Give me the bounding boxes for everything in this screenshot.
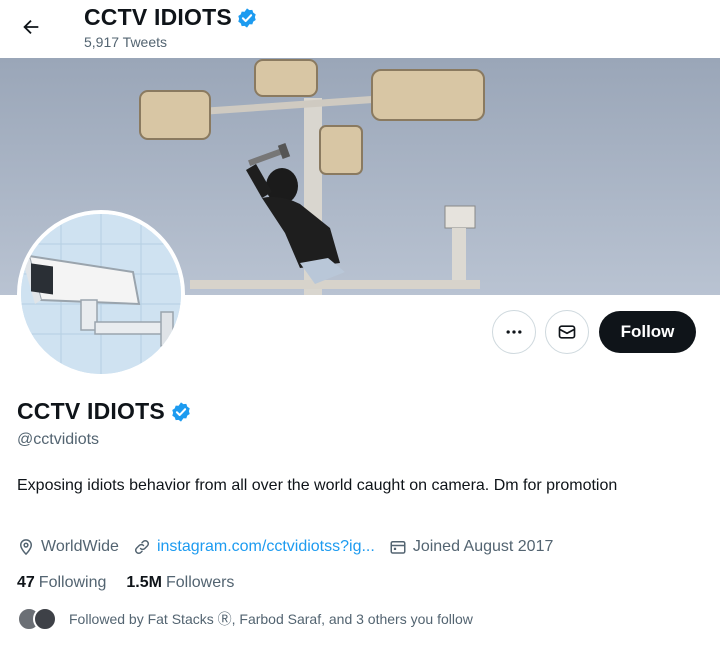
header-title: CCTV IDIOTS [84, 4, 258, 31]
location: WorldWide [17, 538, 119, 556]
envelope-icon [558, 325, 576, 339]
verified-badge-icon [238, 7, 256, 28]
join-date: Joined August 2017 [389, 538, 554, 556]
calendar-icon [390, 541, 406, 554]
more-options-button[interactable] [492, 310, 536, 354]
profile-stats: 47 Following 1.5M Followers [17, 574, 234, 592]
join-date-text: Joined August 2017 [412, 538, 554, 555]
website: instagram.com/cctvidiotss?ig... [133, 538, 375, 556]
website-link[interactable]: instagram.com/cctvidiotss?ig... [157, 538, 375, 556]
profile-name-text: CCTV IDIOTS [17, 398, 165, 424]
profile-actions: Follow [0, 310, 720, 354]
location-pin-icon [19, 539, 33, 556]
following-link[interactable]: 47 Following [17, 574, 106, 592]
followed-by[interactable]: Followed by Fat Stacks Ⓡ, Farbod Saraf, … [17, 607, 473, 631]
back-arrow-icon [23, 19, 39, 35]
following-label: Following [38, 574, 107, 591]
followers-label: Followers [165, 574, 235, 591]
profile-name: CCTV IDIOTS [17, 398, 192, 425]
followed-by-text: Followed by Fat Stacks Ⓡ, Farbod Saraf, … [69, 611, 473, 627]
profile-bio: Exposing idiots behavior from all over t… [17, 477, 618, 494]
follow-button[interactable]: Follow [599, 311, 696, 353]
profile-handle: @cctvidiots [17, 431, 100, 448]
link-icon [134, 539, 149, 555]
verified-badge-icon[interactable] [170, 401, 192, 423]
location-text: WorldWide [41, 538, 119, 555]
following-count: 47 [17, 574, 35, 591]
mutual-avatar [33, 607, 57, 631]
followers-count: 1.5M [126, 574, 162, 591]
followers-link[interactable]: 1.5M Followers [126, 574, 234, 592]
more-horizontal-icon [506, 330, 522, 334]
message-button[interactable] [545, 310, 589, 354]
top-bar: CCTV IDIOTS 5,917 Tweets [0, 0, 720, 58]
back-button[interactable] [14, 10, 48, 44]
profile-meta: WorldWide instagram.com/cctvidiotss?ig..… [17, 536, 567, 558]
mutual-avatars [17, 607, 61, 631]
header-name: CCTV IDIOTS [84, 4, 232, 30]
tweets-count: 5,917 Tweets [84, 34, 168, 50]
